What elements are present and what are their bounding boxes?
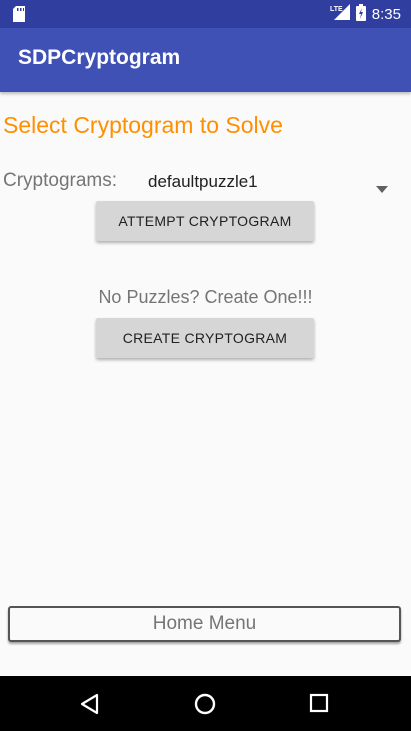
create-cryptogram-button[interactable]: CREATE CRYPTOGRAM <box>96 318 314 358</box>
spinner-selected-value: defaultpuzzle1 <box>148 172 258 191</box>
app-title: SDPCryptogram <box>18 46 181 69</box>
back-icon[interactable] <box>78 692 102 720</box>
status-time: 8:35 <box>371 5 401 23</box>
recents-icon[interactable] <box>308 692 330 718</box>
lte-signal-icon: LTE <box>330 4 350 24</box>
attempt-cryptogram-button[interactable]: ATTEMPT CRYPTOGRAM <box>96 201 314 241</box>
navigation-bar <box>0 676 411 731</box>
svg-text:LTE: LTE <box>330 6 343 13</box>
battery-icon <box>355 3 366 25</box>
sd-card-icon <box>12 6 26 26</box>
dropdown-arrow-icon <box>376 178 388 197</box>
page-title: Select Cryptogram to Solve <box>3 112 283 138</box>
no-puzzles-text: No Puzzles? Create One!!! <box>98 287 313 307</box>
cryptograms-label: Cryptograms: <box>3 170 118 191</box>
home-menu-button[interactable]: Home Menu <box>8 606 401 642</box>
status-bar: LTE 8:35 <box>0 0 411 28</box>
cryptogram-spinner[interactable]: defaultpuzzle1 <box>140 166 398 196</box>
home-icon[interactable] <box>193 692 217 720</box>
app-bar: SDPCryptogram <box>0 28 411 92</box>
